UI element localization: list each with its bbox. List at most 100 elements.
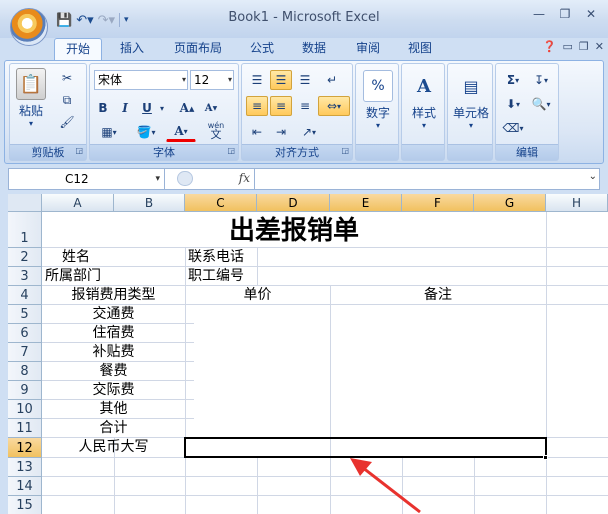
underline-button[interactable]: U: [138, 98, 156, 118]
row-header-3[interactable]: 3: [8, 267, 42, 286]
cells-button[interactable]: ▤ 单元格 ▾: [450, 70, 492, 131]
tab-review[interactable]: 审阅: [346, 38, 390, 60]
dialog-launcher-icon[interactable]: ◲: [341, 143, 349, 158]
expand-formula-bar-icon[interactable]: ⌄: [589, 171, 597, 182]
format-painter-icon[interactable]: 🖌: [56, 112, 78, 132]
sort-filter-icon[interactable]: ↧ ▾: [528, 70, 554, 90]
phonetic-guide-button[interactable]: wén 文: [200, 120, 232, 140]
sheet-title-cell[interactable]: 出差报销单: [42, 214, 546, 248]
cell-a9[interactable]: 交际费: [42, 382, 185, 399]
align-bottom-icon[interactable]: ☰: [294, 70, 316, 90]
row-header-13[interactable]: 13: [8, 458, 42, 477]
decrease-indent-icon[interactable]: ⇤: [246, 122, 268, 142]
cut-icon[interactable]: ✂: [56, 68, 78, 88]
restore-workbook-icon[interactable]: ❐: [579, 40, 589, 53]
grow-font-button[interactable]: A ▲: [176, 98, 198, 118]
fill-handle[interactable]: [543, 455, 548, 460]
increase-indent-icon[interactable]: ⇥: [270, 122, 292, 142]
tab-page-layout[interactable]: 页面布局: [166, 38, 230, 60]
cell-a6[interactable]: 住宿费: [42, 325, 185, 342]
cell-a11[interactable]: 合计: [42, 420, 185, 437]
font-name-combo[interactable]: 宋体 ▾: [94, 70, 188, 90]
close-icon[interactable]: ✕: [580, 6, 602, 24]
name-box[interactable]: C12 ▾: [9, 169, 165, 189]
minimize-icon[interactable]: —: [528, 6, 550, 24]
autosum-button[interactable]: Σ ▾: [500, 70, 526, 90]
italic-button[interactable]: I: [116, 98, 134, 118]
orientation-icon[interactable]: ↗ ▾: [294, 122, 324, 142]
column-header-e[interactable]: E: [330, 194, 402, 212]
restore-icon[interactable]: ❐: [554, 6, 576, 24]
chevron-down-icon[interactable]: ▾: [156, 98, 168, 118]
row-header-9[interactable]: 9: [8, 381, 42, 400]
paste-button[interactable]: 📋 粘贴 ▾: [14, 68, 48, 128]
row-header-5[interactable]: 5: [8, 305, 42, 324]
tab-formulas[interactable]: 公式: [240, 38, 284, 60]
wrap-text-icon[interactable]: ↵: [320, 70, 344, 90]
style-button[interactable]: A 样式 ▾: [406, 70, 442, 131]
column-header-f[interactable]: F: [402, 194, 474, 212]
shrink-font-button[interactable]: A ▼: [200, 98, 222, 118]
cell-a10[interactable]: 其他: [42, 401, 185, 418]
row-header-12[interactable]: 12: [8, 438, 42, 458]
clear-icon[interactable]: ⌫ ▾: [500, 118, 526, 138]
borders-icon[interactable]: ▦ ▾: [94, 122, 124, 142]
row-header-7[interactable]: 7: [8, 343, 42, 362]
cell-c2[interactable]: 联系电话: [188, 249, 244, 266]
row-header-2[interactable]: 2: [8, 248, 42, 267]
dialog-launcher-icon[interactable]: ◲: [227, 143, 235, 158]
bold-button[interactable]: B: [94, 98, 112, 118]
fill-color-icon[interactable]: 🪣 ▾: [130, 122, 162, 142]
select-all-button[interactable]: [8, 194, 42, 212]
copy-icon[interactable]: ⧉: [56, 90, 78, 110]
align-center-icon[interactable]: ≡: [270, 96, 292, 116]
align-middle-icon[interactable]: ☰: [270, 70, 292, 90]
tab-insert[interactable]: 插入: [110, 38, 154, 60]
insert-function-button[interactable]: fx: [169, 169, 255, 189]
minimize-workbook-icon[interactable]: ▭: [563, 40, 573, 53]
find-select-icon[interactable]: 🔍 ▾: [528, 94, 554, 114]
office-button[interactable]: [10, 8, 48, 46]
cell-c3[interactable]: 职工编号: [188, 268, 244, 285]
font-size-combo[interactable]: 12 ▾: [190, 70, 234, 90]
cell-c4[interactable]: 单价: [185, 287, 330, 304]
close-workbook-icon[interactable]: ✕: [595, 40, 604, 53]
cell-a8[interactable]: 餐费: [42, 363, 185, 380]
cell-a5[interactable]: 交通费: [42, 306, 185, 323]
cell-a2[interactable]: 姓名: [62, 249, 90, 266]
tab-home[interactable]: 开始: [54, 38, 102, 60]
cell-e4[interactable]: 备注: [330, 287, 546, 304]
column-header-g[interactable]: G: [474, 194, 546, 212]
row-header-15[interactable]: 15: [8, 496, 42, 514]
row-header-4[interactable]: 4: [8, 286, 42, 305]
cell-a12[interactable]: 人民币大写: [42, 439, 185, 456]
fill-icon[interactable]: ⬇ ▾: [500, 94, 526, 114]
number-format-button[interactable]: % 数字 ▾: [360, 70, 396, 130]
cell-a7[interactable]: 补贴费: [42, 344, 185, 361]
row-header-1[interactable]: 1: [8, 212, 42, 248]
cell-a3[interactable]: 所属部门: [45, 268, 101, 285]
merge-center-icon[interactable]: ⇔ ▾: [318, 96, 350, 116]
worksheet-grid[interactable]: A B C D E F G H 1 2 3 4 5 6 7 8 9 10 11 …: [8, 194, 608, 514]
align-top-icon[interactable]: ☰: [246, 70, 268, 90]
help-icon[interactable]: ❓: [543, 40, 557, 53]
font-color-button[interactable]: A ▾: [166, 122, 196, 142]
row-header-10[interactable]: 10: [8, 400, 42, 419]
column-header-b[interactable]: B: [114, 194, 185, 212]
column-header-c[interactable]: C: [185, 194, 257, 212]
gridline: [42, 476, 608, 477]
row-header-8[interactable]: 8: [8, 362, 42, 381]
row-header-11[interactable]: 11: [8, 419, 42, 438]
column-header-h[interactable]: H: [546, 194, 608, 212]
formula-input[interactable]: [259, 169, 579, 189]
cell-a4[interactable]: 报销费用类型: [42, 287, 185, 304]
row-header-14[interactable]: 14: [8, 477, 42, 496]
row-header-6[interactable]: 6: [8, 324, 42, 343]
column-header-d[interactable]: D: [257, 194, 330, 212]
tab-data[interactable]: 数据: [292, 38, 336, 60]
align-left-icon[interactable]: ≡: [246, 96, 268, 116]
align-right-icon[interactable]: ≡: [294, 96, 316, 116]
column-header-a[interactable]: A: [42, 194, 114, 212]
tab-view[interactable]: 视图: [398, 38, 442, 60]
dialog-launcher-icon[interactable]: ◲: [75, 143, 83, 158]
